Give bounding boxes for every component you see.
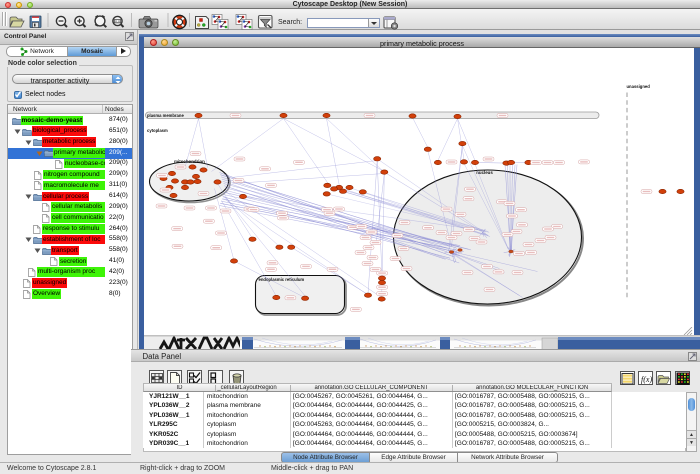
svg-text:Search:: Search: (278, 19, 302, 26)
svg-text:unassigned: unassigned (627, 84, 651, 89)
svg-text:cytoplasm: cytoplasm (147, 128, 168, 133)
svg-text:plasma membrane: plasma membrane (147, 113, 184, 118)
svg-text:mitochondrion: mitochondrion (174, 159, 205, 164)
svg-text:f(x): f(x) (641, 375, 652, 384)
svg-text:endoplasmic reticulum: endoplasmic reticulum (259, 277, 305, 282)
